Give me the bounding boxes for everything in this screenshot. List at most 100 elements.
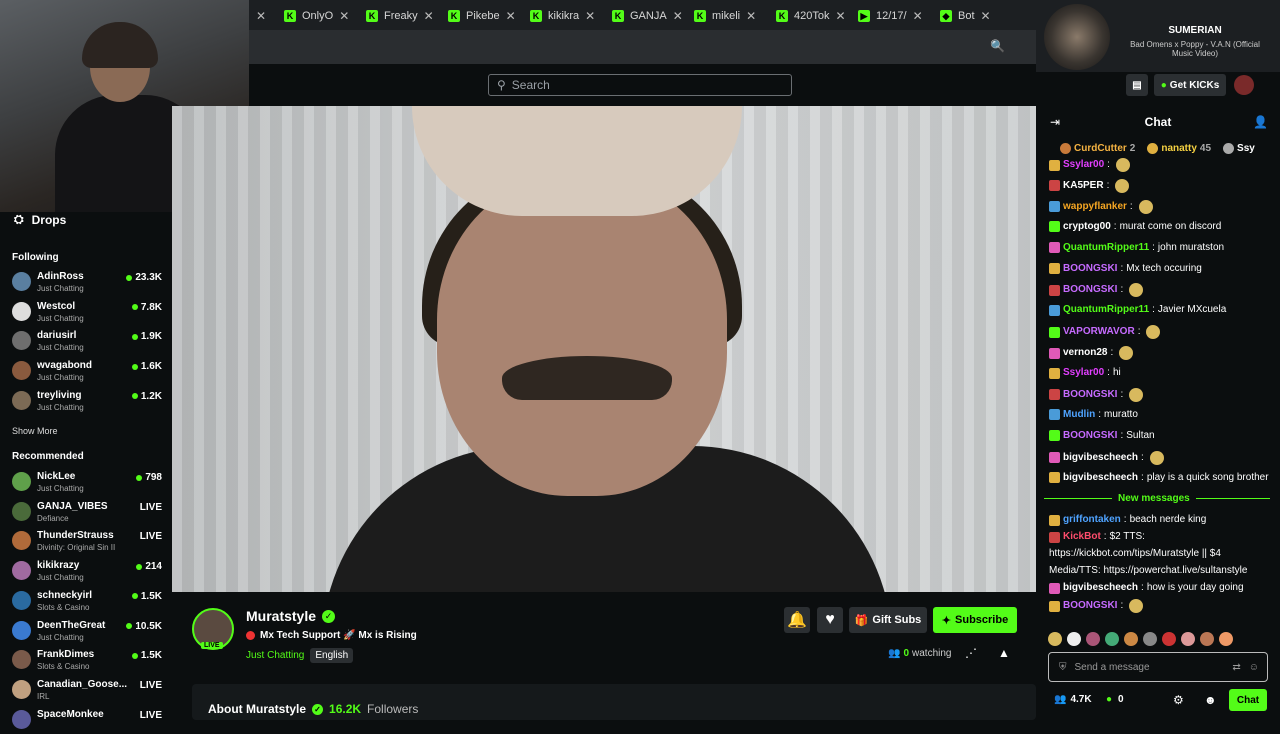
zoom-icon[interactable]: 🔍 bbox=[990, 39, 1005, 53]
sidebar-channel[interactable]: AdinRoss Just Chatting 23.3K bbox=[12, 268, 162, 296]
chat-username[interactable]: KA5PER bbox=[1063, 180, 1104, 192]
get-kicks-button[interactable]: ● Get KICKs bbox=[1154, 74, 1226, 96]
chat-username[interactable]: KickBot bbox=[1063, 531, 1101, 543]
drops-link[interactable]: ⛭ Drops bbox=[14, 212, 66, 227]
close-tab-icon[interactable]: ✕ bbox=[256, 4, 266, 28]
browser-tab[interactable]: Kmikeli ✕ bbox=[694, 4, 756, 28]
sidebar-channel[interactable]: DeenTheGreat Just Chatting 10.5K bbox=[12, 617, 162, 645]
close-icon[interactable]: ✕ bbox=[585, 9, 595, 23]
sidebar-channel[interactable]: kikikrazy Just Chatting 214 bbox=[12, 557, 162, 585]
channel-name[interactable]: Muratstyle bbox=[246, 608, 316, 624]
viewer-count: 👥 4.7K bbox=[1054, 694, 1092, 705]
report-icon[interactable]: ▲ bbox=[998, 646, 1010, 660]
sidebar-channel[interactable]: NickLee Just Chatting 798 bbox=[12, 468, 162, 496]
sidebar-channel[interactable]: FrankDimes Slots & Casino 1.5K bbox=[12, 646, 162, 674]
sidebar-channel[interactable]: schneckyirl Slots & Casino 1.5K bbox=[12, 587, 162, 615]
chat-username[interactable]: bigvibescheech bbox=[1063, 472, 1138, 484]
emote-icon[interactable] bbox=[1105, 632, 1119, 646]
sidebar-channel[interactable]: GANJA_VIBES Defiance LIVE bbox=[12, 498, 162, 526]
emote-icon[interactable] bbox=[1219, 632, 1233, 646]
browser-tab[interactable]: K 420Tok ✕ bbox=[776, 4, 846, 28]
viewer-count: LIVE bbox=[139, 679, 162, 691]
chat-username[interactable]: Ssylar00 bbox=[1063, 159, 1104, 171]
chat-username[interactable]: QuantumRipper11 bbox=[1063, 304, 1149, 316]
message-input[interactable]: ⛨ Send a message ⇄ ☺ bbox=[1048, 652, 1268, 682]
sidebar-channel[interactable]: treyliving Just Chatting 1.2K bbox=[12, 387, 162, 415]
share-icon[interactable]: ⋰ bbox=[965, 646, 977, 660]
close-icon[interactable]: ✕ bbox=[835, 9, 845, 23]
bot-icon[interactable]: ☻ bbox=[1204, 693, 1217, 707]
emote-icon[interactable] bbox=[1162, 632, 1176, 646]
chat-username[interactable]: griffontaken bbox=[1063, 514, 1121, 526]
chat-username[interactable]: QuantumRipper11 bbox=[1063, 242, 1149, 254]
chat-users-icon[interactable]: 👤 bbox=[1253, 115, 1268, 129]
chat-username[interactable]: vernon28 bbox=[1063, 347, 1107, 359]
close-icon[interactable]: ✕ bbox=[913, 9, 923, 23]
notification-button[interactable]: 🔔 bbox=[784, 607, 810, 633]
browser-tab[interactable]: K OnlyO ✕ bbox=[284, 4, 349, 28]
browser-tab[interactable]: Kkikikra ✕ bbox=[530, 4, 595, 28]
settings-icon[interactable]: ⚙ bbox=[1173, 693, 1184, 707]
user-avatar[interactable] bbox=[1234, 75, 1254, 95]
chat-username[interactable]: BOONGSKI bbox=[1063, 600, 1117, 612]
gift-subs-button[interactable]: 🎁 Gift Subs bbox=[849, 607, 927, 633]
chat-username[interactable]: VAPORWAVOR bbox=[1063, 326, 1135, 338]
chat-username[interactable]: BOONGSKI bbox=[1063, 389, 1117, 401]
sidebar-channel[interactable]: Canadian_Goose... IRL LIVE bbox=[12, 676, 162, 704]
channel-category: Just Chatting bbox=[37, 313, 84, 323]
follow-heart-button[interactable]: ♥ bbox=[817, 607, 843, 633]
emote-icon bbox=[1149, 450, 1164, 465]
chat-message: QuantumRipper11: Javier MXcuela bbox=[1049, 304, 1274, 316]
emoji-icon[interactable]: ☺ bbox=[1249, 662, 1259, 673]
close-icon[interactable]: ✕ bbox=[424, 9, 434, 23]
chat-username[interactable]: BOONGSKI bbox=[1063, 263, 1117, 275]
language-tag[interactable]: English bbox=[310, 648, 354, 663]
translate-icon[interactable]: ⇄ bbox=[1232, 662, 1240, 673]
top-gifter[interactable]: nanatty 45 bbox=[1147, 143, 1211, 154]
sidebar-channel[interactable]: Westcol Just Chatting 7.8K bbox=[12, 298, 162, 326]
chat-username[interactable]: wappyflanker bbox=[1063, 201, 1127, 213]
browser-tab[interactable]: K GANJA ✕ bbox=[612, 4, 683, 28]
search-input[interactable]: ⚲ Search bbox=[488, 74, 792, 96]
close-icon[interactable]: ✕ bbox=[673, 9, 683, 23]
top-gifter[interactable]: Ssy bbox=[1223, 143, 1258, 154]
channel-name: dariusirl bbox=[37, 330, 77, 342]
emote-icon[interactable] bbox=[1124, 632, 1138, 646]
chat-username[interactable]: cryptog00 bbox=[1063, 221, 1111, 233]
emote-icon[interactable] bbox=[1086, 632, 1100, 646]
emote-icon bbox=[1138, 199, 1153, 214]
chat-username[interactable]: BOONGSKI bbox=[1063, 284, 1117, 296]
emote-icon[interactable] bbox=[1181, 632, 1195, 646]
media-card[interactable]: SUMERIAN Bad Omens x Poppy - V.A.N (Offi… bbox=[1036, 0, 1280, 72]
close-icon[interactable]: ✕ bbox=[746, 9, 756, 23]
close-icon[interactable]: ✕ bbox=[339, 9, 349, 23]
show-more-link[interactable]: Show More bbox=[12, 426, 58, 436]
badge-icon bbox=[1049, 263, 1060, 274]
chat-username[interactable]: bigvibescheech bbox=[1063, 582, 1138, 594]
chat-username[interactable]: Ssylar00 bbox=[1063, 367, 1104, 379]
video-player[interactable] bbox=[172, 106, 1036, 592]
chat-message: BOONGSKI: bbox=[1049, 599, 1274, 613]
chat-username[interactable]: Mudlin bbox=[1063, 409, 1095, 421]
badge-icon bbox=[1049, 600, 1060, 612]
sidebar-channel[interactable]: wvagabond Just Chatting 1.6K bbox=[12, 357, 162, 385]
emote-icon[interactable] bbox=[1067, 632, 1081, 646]
emote-icon[interactable] bbox=[1143, 632, 1157, 646]
top-gifter[interactable]: CurdCutter 2 bbox=[1060, 143, 1135, 154]
emote-icon[interactable] bbox=[1200, 632, 1214, 646]
browser-tab[interactable]: ◆ Bot ✕ bbox=[940, 4, 991, 28]
subscribe-button[interactable]: ✦ Subscribe bbox=[933, 607, 1017, 633]
browser-tab[interactable]: K Freaky ✕ bbox=[366, 4, 434, 28]
close-icon[interactable]: ✕ bbox=[506, 9, 516, 23]
browser-tab[interactable]: ▶ 12/17/ ✕ bbox=[858, 4, 923, 28]
chat-username[interactable]: BOONGSKI bbox=[1063, 430, 1117, 442]
sidebar-channel[interactable]: ThunderStrauss Divinity: Original Sin II… bbox=[12, 527, 162, 555]
chat-username[interactable]: bigvibescheech bbox=[1063, 452, 1138, 464]
theater-mode-button[interactable]: ▤ bbox=[1126, 74, 1148, 96]
browser-tab[interactable]: K Pikebe ✕ bbox=[448, 4, 516, 28]
category-link[interactable]: Just Chatting bbox=[246, 650, 304, 661]
sidebar-channel[interactable]: dariusirl Just Chatting 1.9K bbox=[12, 327, 162, 355]
close-icon[interactable]: ✕ bbox=[981, 9, 991, 23]
chat-send-button[interactable]: Chat bbox=[1229, 689, 1267, 711]
emote-icon[interactable] bbox=[1048, 632, 1062, 646]
